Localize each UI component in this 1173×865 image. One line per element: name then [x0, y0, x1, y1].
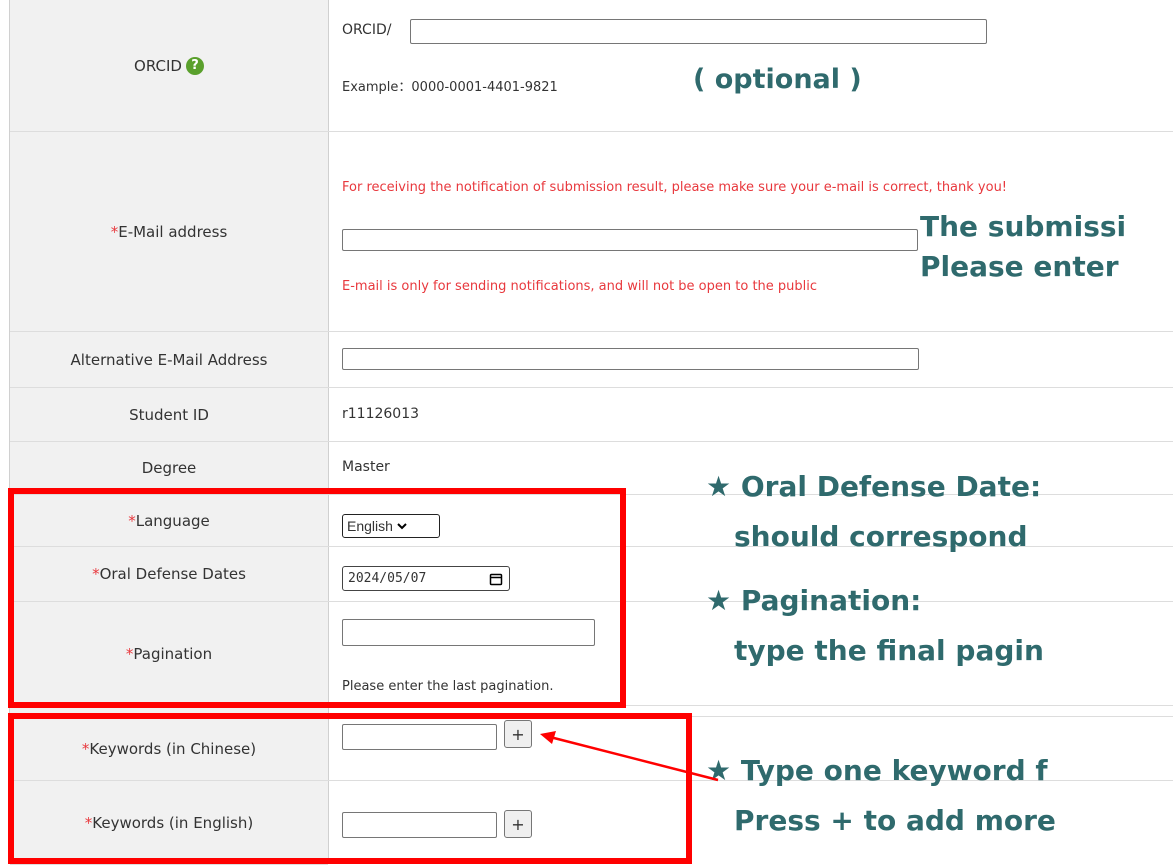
row-divider	[328, 387, 1173, 388]
email-label: * E-Mail address	[10, 132, 328, 332]
email-annotation-2: Please enter	[918, 250, 1119, 283]
arrow-icon	[540, 731, 719, 782]
pagination-annotation-1: ★ Pagination:	[706, 584, 922, 617]
pagination-annotation-2: type the final pagin	[734, 634, 1044, 667]
defense-annotation-2: should correspond	[734, 520, 1028, 553]
highlight-box-dates	[8, 488, 626, 708]
help-icon[interactable]: ?	[185, 56, 204, 75]
student-id-value: r11126013	[342, 406, 420, 422]
orcid-example: Example：0000-0001-4401-9821	[342, 80, 558, 95]
alt-email-input[interactable]	[342, 348, 919, 370]
row-divider	[328, 441, 1173, 442]
optional-annotation: ( optional )	[693, 64, 862, 95]
orcid-prefix: ORCID/	[342, 22, 392, 38]
email-input[interactable]	[342, 229, 918, 251]
student-id-label: Student ID	[10, 388, 328, 442]
defense-annotation-1: ★ Oral Defense Date:	[706, 470, 1042, 503]
row-divider	[328, 131, 1173, 132]
row-divider	[328, 331, 1173, 332]
keyword-annotation-2: Press + to add more	[734, 804, 1056, 837]
email-notice: For receiving the notification of submis…	[342, 180, 1008, 195]
alt-email-label: Alternative E-Mail Address	[10, 332, 328, 388]
keyword-annotation-1: ★ Type one keyword f	[706, 754, 1048, 787]
email-annotation-1: The submissi	[918, 210, 1127, 243]
orcid-input[interactable]	[410, 19, 987, 44]
orcid-label: ORCID?	[10, 0, 328, 132]
email-privacy: E-mail is only for sending notifications…	[342, 279, 818, 294]
degree-value: Master	[342, 459, 390, 475]
